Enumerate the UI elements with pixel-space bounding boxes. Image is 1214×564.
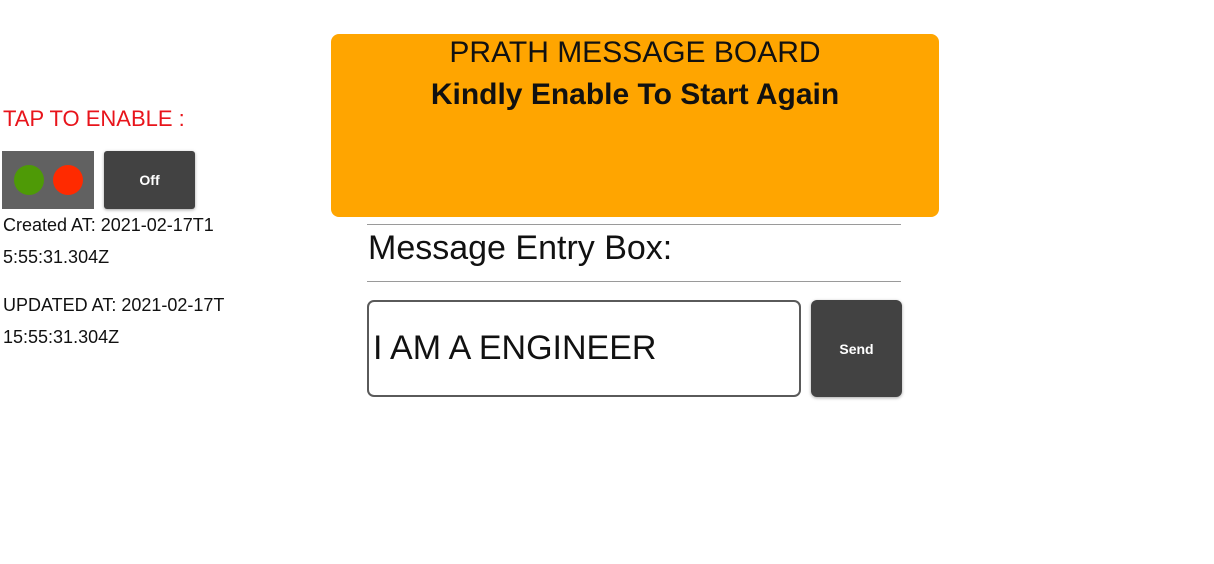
send-button[interactable]: Send bbox=[811, 300, 902, 397]
divider-top bbox=[367, 224, 901, 225]
board-title: PRATH MESSAGE BOARD bbox=[449, 36, 821, 69]
message-entry-heading: Message Entry Box: bbox=[368, 229, 673, 267]
updated-at-text: UPDATED AT: 2021-02-17T15:55:31.304Z bbox=[3, 295, 225, 347]
green-light-icon bbox=[13, 165, 44, 195]
created-at-text: Created AT: 2021-02-17T15:55:31.304Z bbox=[3, 215, 214, 267]
tap-to-enable-label: TAP TO ENABLE : bbox=[3, 106, 185, 131]
red-light-icon bbox=[52, 165, 83, 195]
divider-bottom bbox=[367, 281, 901, 282]
status-indicator-lights bbox=[2, 151, 94, 209]
message-input[interactable] bbox=[367, 300, 801, 397]
board-status-message: Kindly Enable To Start Again bbox=[430, 78, 840, 111]
enable-toggle-button[interactable]: Off bbox=[104, 151, 195, 209]
message-board-panel: PRATH MESSAGE BOARD Kindly Enable To Sta… bbox=[331, 34, 939, 217]
